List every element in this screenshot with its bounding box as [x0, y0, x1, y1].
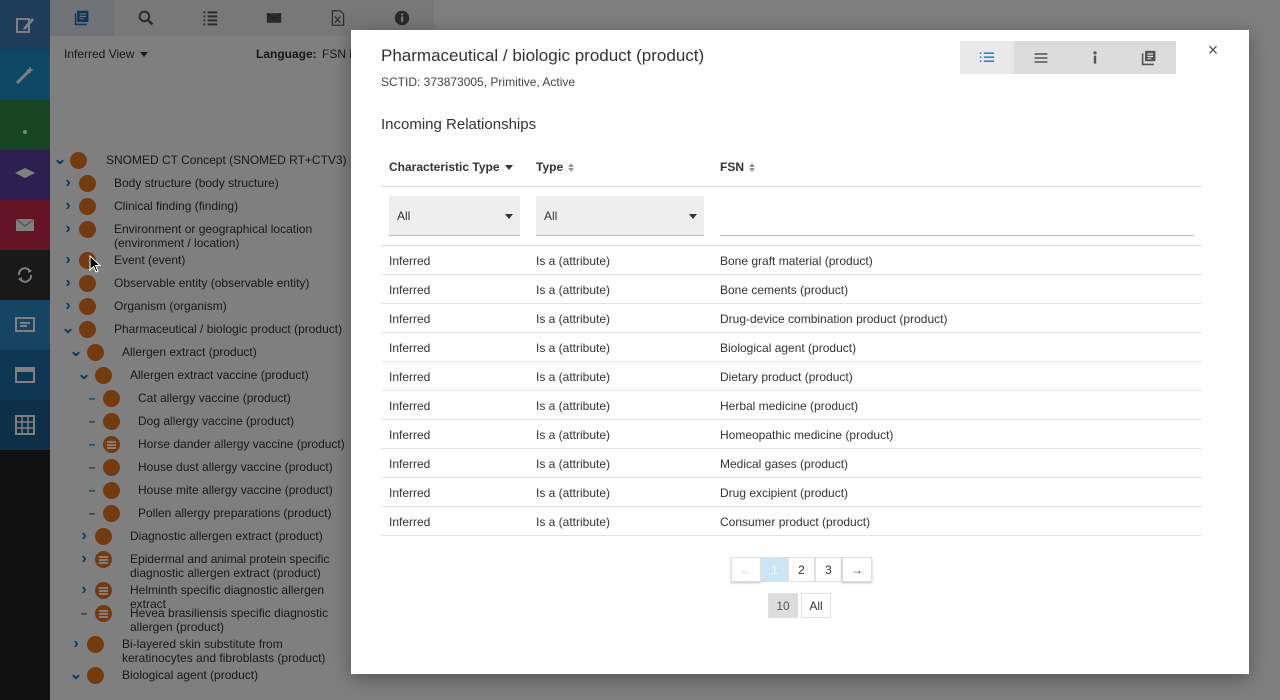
- chevron-down-icon: [689, 214, 697, 219]
- cell-characteristic-type: Inferred: [389, 515, 431, 529]
- column-header-type[interactable]: Type: [536, 160, 575, 174]
- cell-characteristic-type: Inferred: [389, 283, 431, 297]
- header-divider: [381, 186, 1202, 187]
- cell-characteristic-type: Inferred: [389, 370, 431, 384]
- lines-view-icon: [1034, 52, 1048, 63]
- cell-characteristic-type: Inferred: [389, 428, 431, 442]
- cell-characteristic-type: Inferred: [389, 457, 431, 471]
- modal-subtitle: SCTID: 373873005, Primitive, Active: [381, 75, 576, 89]
- table-row[interactable]: Inferred Is a (attribute) Drug-device comb…: [381, 304, 1202, 333]
- view-toggle-group: [960, 41, 1176, 74]
- characteristic-type-filter[interactable]: All: [389, 196, 520, 236]
- section-title: Incoming Relationships: [381, 116, 537, 133]
- fsn-filter-input[interactable]: [720, 196, 1194, 236]
- stack-view-icon: [1141, 50, 1156, 65]
- list-view-icon: [979, 51, 995, 62]
- table-row[interactable]: Inferred Is a (attribute) Herbal medicine …: [381, 391, 1202, 420]
- cell-characteristic-type: Inferred: [389, 254, 431, 268]
- table-row[interactable]: Inferred Is a (attribute) Biological agent…: [381, 333, 1202, 362]
- cell-characteristic-type: Inferred: [389, 399, 431, 413]
- table-row[interactable]: Inferred Is a (attribute) Bone cements (pr…: [381, 275, 1202, 304]
- modal-title: Pharmaceutical / biologic product (produ…: [381, 46, 705, 65]
- cell-type: Is a (attribute): [536, 370, 611, 384]
- view-list[interactable]: [960, 41, 1014, 74]
- column-header-label: Type: [536, 160, 564, 174]
- page-2-button[interactable]: 2: [788, 557, 815, 582]
- filter-value: All: [544, 208, 558, 223]
- info-view-icon: [1093, 50, 1097, 64]
- cell-fsn[interactable]: Drug-device combination product (product…: [720, 312, 947, 326]
- sort-icon: [749, 162, 755, 172]
- cell-fsn[interactable]: Consumer product (product): [720, 515, 870, 529]
- cell-type: Is a (attribute): [536, 515, 611, 529]
- cell-fsn[interactable]: Bone graft material (product): [720, 254, 873, 268]
- cell-fsn[interactable]: Biological agent (product): [720, 341, 856, 355]
- mouse-cursor-icon: [89, 255, 101, 273]
- cell-fsn[interactable]: Dietary product (product): [720, 370, 853, 384]
- sort-desc-icon: [504, 164, 513, 170]
- close-icon[interactable]: ×: [1206, 40, 1220, 61]
- type-filter[interactable]: All: [536, 196, 704, 236]
- page-1-button[interactable]: 1: [761, 557, 788, 582]
- cell-fsn[interactable]: Homeopathic medicine (product): [720, 428, 893, 442]
- table-row[interactable]: Inferred Is a (attribute) Dietary product …: [381, 362, 1202, 391]
- cell-characteristic-type: Inferred: [389, 312, 431, 326]
- page-3-button[interactable]: 3: [815, 557, 842, 582]
- cell-type: Is a (attribute): [536, 428, 611, 442]
- cell-characteristic-type: Inferred: [389, 486, 431, 500]
- cell-fsn[interactable]: Herbal medicine (product): [720, 399, 858, 413]
- cell-fsn[interactable]: Medical gases (product): [720, 457, 848, 471]
- page-size-all-button[interactable]: All: [801, 593, 831, 618]
- column-header-fsn[interactable]: FSN: [720, 160, 755, 174]
- table-row[interactable]: Inferred Is a (attribute) Bone graft mater…: [381, 246, 1202, 275]
- cell-type: Is a (attribute): [536, 254, 611, 268]
- concept-modal: Pharmaceutical / biologic product (produ…: [351, 30, 1249, 674]
- table-row[interactable]: Inferred Is a (attribute) Medical gases (p…: [381, 449, 1202, 478]
- table-row[interactable]: Inferred Is a (attribute) Homeopathic medi…: [381, 420, 1202, 449]
- table-row[interactable]: Inferred Is a (attribute) Drug excipient (…: [381, 478, 1202, 507]
- cell-type: Is a (attribute): [536, 341, 611, 355]
- view-stack[interactable]: [1122, 41, 1176, 74]
- prev-page-button[interactable]: ←: [731, 557, 761, 582]
- column-header-label: Characteristic Type: [389, 160, 500, 174]
- column-header-label: FSN: [720, 160, 744, 174]
- table-row[interactable]: Inferred Is a (attribute) Consumer product…: [381, 507, 1202, 536]
- view-lines[interactable]: [1014, 41, 1068, 74]
- cell-fsn[interactable]: Drug excipient (product): [720, 486, 848, 500]
- next-page-button[interactable]: →: [842, 557, 872, 582]
- page-size-10-button[interactable]: 10: [768, 593, 798, 618]
- cell-type: Is a (attribute): [536, 457, 611, 471]
- cell-type: Is a (attribute): [536, 399, 611, 413]
- cell-type: Is a (attribute): [536, 312, 611, 326]
- cell-characteristic-type: Inferred: [389, 341, 431, 355]
- sort-icon: [568, 162, 575, 172]
- cell-fsn[interactable]: Bone cements (product): [720, 283, 848, 297]
- column-header-characteristic-type[interactable]: Characteristic Type: [389, 160, 513, 174]
- view-info[interactable]: [1068, 41, 1122, 74]
- chevron-down-icon: [505, 214, 513, 219]
- cell-type: Is a (attribute): [536, 486, 611, 500]
- page-size-group: 10 All: [768, 593, 831, 618]
- pagination: ← 1 2 3 →: [731, 557, 872, 582]
- filter-value: All: [397, 208, 411, 223]
- cell-type: Is a (attribute): [536, 283, 611, 297]
